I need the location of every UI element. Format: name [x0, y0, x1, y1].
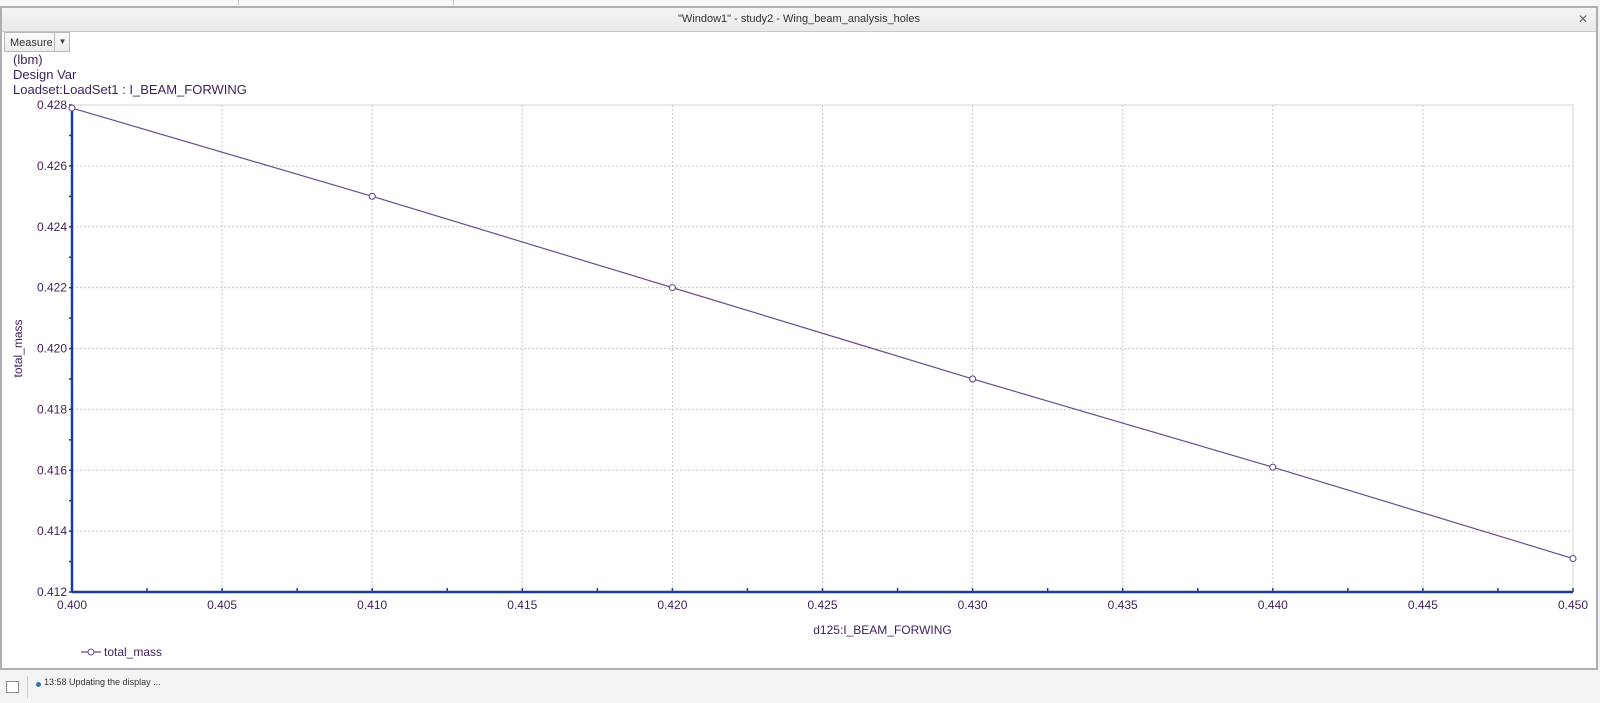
- status-divider: [27, 676, 28, 698]
- status-dot-icon: [36, 682, 41, 687]
- x-axis-title: d125:I_BEAM_FORWING: [813, 623, 952, 637]
- x-tick-label: 0.410: [357, 598, 387, 612]
- y-tick-label: 0.414: [37, 524, 67, 538]
- data-point: [668, 284, 676, 292]
- status-checkbox[interactable]: [6, 681, 19, 693]
- y-tick-label: 0.418: [37, 402, 67, 416]
- y-tick-label: 0.422: [37, 281, 67, 295]
- x-tick-label: 0.445: [1408, 598, 1438, 612]
- x-tick-label: 0.415: [507, 598, 537, 612]
- x-tick-label: 0.400: [57, 598, 87, 612]
- data-point: [1569, 554, 1577, 563]
- x-tick-label: 0.430: [958, 598, 988, 612]
- x-tick-label: 0.420: [657, 598, 687, 612]
- status-bar: 13:58 Updating the display ...: [0, 670, 1600, 703]
- data-point: [969, 375, 977, 383]
- x-tick-label: 0.405: [207, 598, 237, 612]
- y-tick-label: 0.428: [37, 98, 67, 112]
- x-tick-label: 0.440: [1258, 598, 1288, 612]
- y-axis-title: total_mass: [11, 319, 25, 377]
- data-point: [1269, 463, 1277, 471]
- chart: 0.400 0.405 0.410 0.415 0.420 0.425 0.430 0.435…: [11, 98, 1588, 659]
- data-point: [68, 104, 76, 112]
- y-tick-label: 0.424: [37, 220, 67, 234]
- status-text: 13:58 Updating the display ...: [44, 677, 161, 687]
- x-tick-label: 0.435: [1108, 598, 1138, 612]
- data-point: [368, 192, 376, 200]
- y-tick-label: 0.420: [37, 342, 67, 356]
- legend-marker: [87, 648, 95, 656]
- legend-label: total_mass: [104, 645, 162, 659]
- y-tick-label: 0.426: [37, 159, 67, 173]
- x-tick-label: 0.450: [1558, 598, 1588, 612]
- y-tick-label: 0.416: [37, 463, 67, 477]
- y-tick-label: 0.412: [37, 585, 67, 599]
- x-tick-label: 0.425: [807, 598, 837, 612]
